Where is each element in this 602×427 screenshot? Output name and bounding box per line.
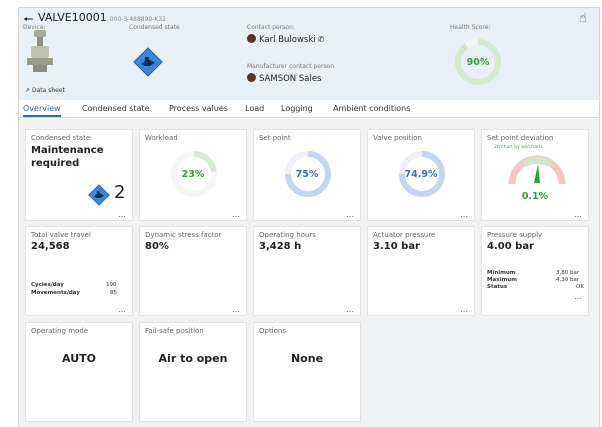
card-title: Workload [145, 134, 178, 142]
app-frame: 🠔 VALVE10001 000-3-488890-K32 Device: ↗ D… [18, 7, 600, 427]
condensed-state-count: 2 [114, 182, 126, 203]
workload-value: 23% [181, 169, 205, 180]
deviation-chart-note: 2h chart by ws/charts [494, 145, 543, 150]
health-score-value: 90% [466, 57, 490, 68]
card-fail-safe-position[interactable]: Fail-safe position Air to open [139, 322, 247, 422]
condensed-state-value: Maintenance required [31, 145, 104, 169]
device-name: VALVE10001 [38, 11, 107, 24]
operating-mode-value: AUTO [62, 352, 96, 365]
card-condensed-state[interactable]: Condensed state Maintenance required 2 .… [25, 129, 133, 221]
card-actuator-pressure[interactable]: Actuator pressure 3.10 bar ... [367, 226, 475, 316]
card-title: Valve position [373, 134, 422, 142]
more-button[interactable]: ... [460, 305, 468, 314]
avatar [247, 73, 256, 82]
operating-hours-value: 3,428 h [259, 241, 302, 252]
card-title: Condensed state [31, 134, 91, 142]
card-set-point-deviation[interactable]: Set point deviation 2h chart by ws/chart… [481, 129, 589, 221]
phone-icon[interactable]: ✆ [318, 35, 325, 44]
avatar [247, 34, 256, 43]
maximum-label: Maximum [487, 277, 517, 283]
card-title: Pressure supply [487, 231, 543, 239]
tab-bar: Overview Condensed state Process values … [19, 102, 599, 118]
movements-per-day-label: Movements/day [31, 290, 80, 296]
card-title: Dynamic stress factor [145, 231, 222, 239]
status-value: OK [576, 284, 584, 290]
dashboard-grid: Condensed state Maintenance required 2 .… [19, 119, 599, 427]
card-operating-hours[interactable]: Operating hours 3,428 h ... [253, 226, 361, 316]
maximum-value: 4,30 bar [556, 277, 580, 283]
card-total-valve-travel[interactable]: Total valve travel 24,568 Cycles/day 190… [25, 226, 133, 316]
more-button[interactable]: ... [346, 210, 354, 219]
health-score-label: Health Score: [450, 24, 491, 31]
card-pressure-supply[interactable]: Pressure supply 4.00 bar Minimum 3,80 ba… [481, 226, 589, 316]
options-value: None [290, 352, 324, 365]
manufacturer-contact[interactable]: SAMSON Sales [247, 73, 321, 84]
card-title: Set point deviation [487, 134, 554, 142]
card-title: Fail-safe position [145, 327, 204, 335]
valve-image [27, 30, 53, 72]
dynamic-stress-factor-value: 80% [145, 241, 169, 252]
datasheet-link[interactable]: ↗ Data sheet [25, 87, 65, 94]
set-point-deviation-value: 0.1% [521, 191, 549, 202]
card-title: Operating mode [31, 327, 89, 335]
card-operating-mode[interactable]: Operating mode AUTO [25, 322, 133, 422]
card-title: Total valve travel [31, 231, 91, 239]
tab-ambient-conditions[interactable]: Ambient conditions [333, 104, 410, 113]
card-workload[interactable]: Workload 23% ... [139, 129, 247, 221]
pressure-supply-value: 4.00 bar [487, 241, 534, 252]
cycles-per-day-value: 190 [106, 282, 117, 288]
datasheet-label: Data sheet [31, 87, 65, 94]
card-valve-position[interactable]: Valve position 74.9% ... [367, 129, 475, 221]
hand-pointer-icon[interactable]: ☝ [579, 11, 587, 26]
manufacturer-contact-name: SAMSON Sales [259, 74, 322, 84]
more-button[interactable]: ... [346, 305, 354, 314]
manufacturer-contact-label: Manufacturer contact person [247, 63, 335, 70]
tab-overview[interactable]: Overview [23, 104, 61, 117]
tab-logging[interactable]: Logging [281, 104, 313, 113]
tab-load[interactable]: Load [245, 104, 264, 113]
device-header: 🠔 VALVE10001 000-3-488890-K32 Device: ↗ D… [19, 8, 599, 100]
tab-condensed-state[interactable]: Condensed state [82, 104, 150, 113]
contact-person-name: Karl Bulowski [259, 35, 316, 45]
total-valve-travel-value: 24,568 [31, 241, 70, 252]
set-point-value: 75% [295, 169, 319, 180]
status-label: Status [487, 284, 508, 290]
more-button[interactable]: ... [232, 305, 240, 314]
tab-process-values[interactable]: Process values [169, 104, 228, 113]
condensed-state-diamond-icon [133, 47, 163, 77]
minimum-value: 3,80 bar [556, 270, 580, 276]
card-title: Set point [259, 134, 291, 142]
movements-per-day-value: 85 [110, 290, 117, 296]
contact-person[interactable]: Karl Bulowski ✆ [247, 34, 324, 45]
more-button[interactable]: ... [118, 210, 126, 219]
condensed-state-diamond-icon [88, 184, 110, 206]
more-button[interactable]: ... [118, 305, 126, 314]
valve-position-value: 74.9% [404, 169, 438, 180]
more-button[interactable]: ... [232, 210, 240, 219]
external-link-icon: ↗ [25, 87, 31, 94]
card-dynamic-stress-factor[interactable]: Dynamic stress factor 80% ... [139, 226, 247, 316]
set-point-deviation-gauge [508, 155, 566, 185]
more-button[interactable]: ... [460, 210, 468, 219]
minimum-label: Minimum [487, 270, 516, 276]
more-button[interactable]: ... [574, 292, 582, 301]
card-title: Options [259, 327, 287, 335]
contact-person-label: Contact person: [247, 24, 295, 31]
card-title: Actuator pressure [373, 231, 436, 239]
card-options[interactable]: Options None [253, 322, 361, 422]
more-button[interactable]: ... [574, 210, 582, 219]
device-serial: 000-3-488890-K32 [109, 16, 166, 23]
cycles-per-day-label: Cycles/day [31, 282, 64, 288]
actuator-pressure-value: 3.10 bar [373, 241, 420, 252]
device-title: VALVE10001 000-3-488890-K32 [38, 11, 166, 24]
card-set-point[interactable]: Set point 75% ... [253, 129, 361, 221]
fail-safe-position-value: Air to open [158, 352, 228, 365]
condensed-state-label: Condensed state [129, 24, 180, 31]
card-title: Operating hours [259, 231, 316, 239]
